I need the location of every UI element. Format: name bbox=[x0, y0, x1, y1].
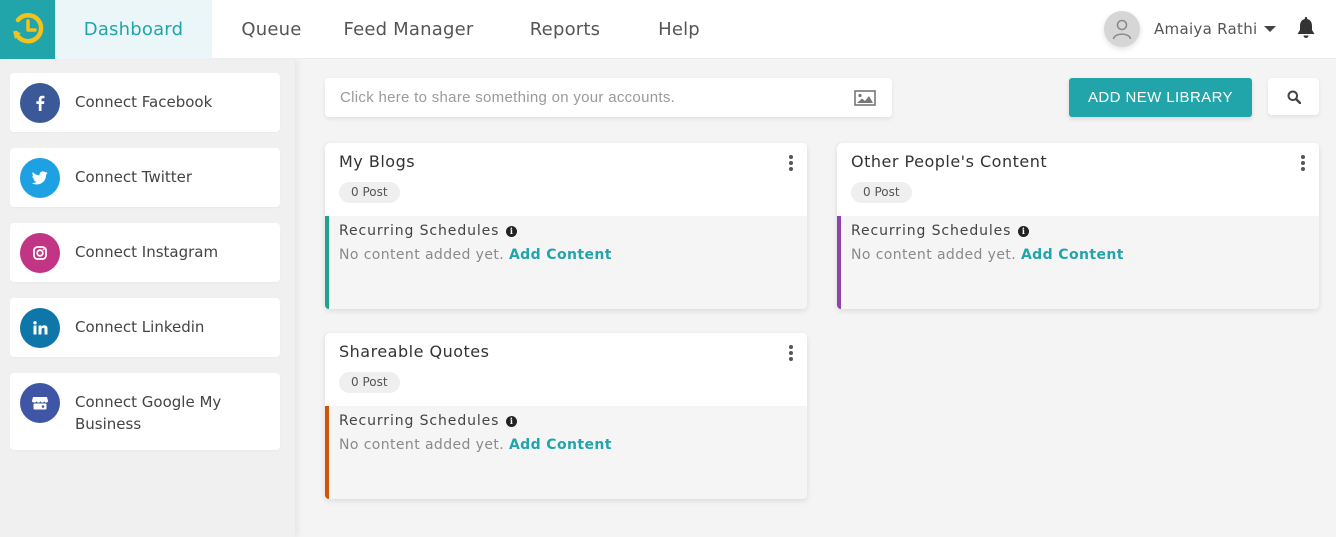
top-navigation-bar: Dashboard Queue Feed Manager Reports Hel… bbox=[0, 0, 1336, 59]
info-icon[interactable]: i bbox=[506, 225, 518, 237]
nav-reports[interactable]: Reports bbox=[486, 0, 644, 59]
library-title[interactable]: Shareable Quotes bbox=[339, 342, 489, 361]
library-title[interactable]: Other People's Content bbox=[851, 152, 1047, 171]
share-composer[interactable] bbox=[325, 78, 892, 117]
nav-queue[interactable]: Queue bbox=[212, 0, 331, 59]
storefront-icon bbox=[20, 383, 60, 423]
empty-state: No content added yet. Add Content bbox=[851, 247, 1124, 263]
more-options-icon[interactable] bbox=[789, 155, 793, 171]
recurring-schedules-label: Recurring Schedules i bbox=[851, 223, 1030, 239]
image-icon[interactable] bbox=[854, 90, 876, 110]
connect-instagram-button[interactable]: Connect Instagram bbox=[10, 223, 280, 282]
user-icon bbox=[1112, 19, 1132, 40]
recurring-schedules-text: Recurring Schedules bbox=[339, 413, 500, 429]
search-button[interactable] bbox=[1268, 78, 1319, 115]
user-name: Amaiya Rathi bbox=[1154, 20, 1258, 38]
recurring-schedules-label: Recurring Schedules i bbox=[339, 413, 518, 429]
caret-down-icon bbox=[1263, 26, 1276, 32]
connect-google-my-business-button[interactable]: Connect Google My Business bbox=[10, 373, 280, 450]
library-card-other-peoples-content: Other People's Content 0 Post Recurring … bbox=[837, 143, 1319, 309]
recurring-schedules-text: Recurring Schedules bbox=[339, 223, 500, 239]
facebook-icon bbox=[20, 83, 60, 123]
empty-text: No content added yet. bbox=[339, 437, 509, 453]
more-options-icon[interactable] bbox=[1301, 155, 1305, 171]
nav-feed-manager[interactable]: Feed Manager bbox=[331, 0, 486, 59]
bell-icon bbox=[1297, 17, 1315, 38]
add-new-library-button[interactable]: ADD NEW LIBRARY bbox=[1069, 78, 1252, 117]
linkedin-icon bbox=[20, 308, 60, 348]
avatar bbox=[1104, 11, 1140, 47]
clock-refresh-icon bbox=[12, 12, 43, 44]
instagram-icon bbox=[20, 233, 60, 273]
recurring-schedules-label: Recurring Schedules i bbox=[339, 223, 518, 239]
app-logo[interactable] bbox=[0, 0, 55, 59]
post-count-badge: 0 Post bbox=[339, 372, 400, 393]
notifications-button[interactable] bbox=[1296, 17, 1316, 43]
nav-help[interactable]: Help bbox=[644, 0, 714, 59]
connect-linkedin-label: Connect Linkedin bbox=[75, 318, 205, 336]
sidebar: Connect Facebook Connect Twitter Connect… bbox=[0, 60, 295, 537]
empty-state: No content added yet. Add Content bbox=[339, 247, 612, 263]
recurring-schedules-text: Recurring Schedules bbox=[851, 223, 1012, 239]
library-card-shareable-quotes: Shareable Quotes 0 Post Recurring Schedu… bbox=[325, 333, 807, 499]
add-content-link[interactable]: Add Content bbox=[509, 247, 612, 263]
connect-instagram-label: Connect Instagram bbox=[75, 243, 219, 261]
empty-text: No content added yet. bbox=[851, 247, 1021, 263]
share-input[interactable] bbox=[340, 89, 840, 106]
connect-facebook-label: Connect Facebook bbox=[75, 93, 213, 111]
connect-twitter-label: Connect Twitter bbox=[75, 168, 193, 186]
empty-state: No content added yet. Add Content bbox=[339, 437, 612, 453]
user-menu[interactable]: Amaiya Rathi bbox=[1104, 11, 1276, 47]
connect-google-my-business-label: Connect Google My Business bbox=[75, 393, 222, 433]
main-nav: Dashboard Queue Feed Manager Reports Hel… bbox=[55, 0, 714, 59]
more-options-icon[interactable] bbox=[789, 345, 793, 361]
add-content-link[interactable]: Add Content bbox=[1021, 247, 1124, 263]
empty-text: No content added yet. bbox=[339, 247, 509, 263]
connect-facebook-button[interactable]: Connect Facebook bbox=[10, 73, 280, 132]
card-header: Shareable Quotes 0 Post bbox=[325, 333, 807, 406]
post-count-badge: 0 Post bbox=[851, 182, 912, 203]
library-card-my-blogs: My Blogs 0 Post Recurring Schedules i No… bbox=[325, 143, 807, 309]
card-header: Other People's Content 0 Post bbox=[837, 143, 1319, 216]
twitter-icon bbox=[20, 158, 60, 198]
library-title[interactable]: My Blogs bbox=[339, 152, 415, 171]
info-icon[interactable]: i bbox=[1018, 225, 1030, 237]
nav-dashboard[interactable]: Dashboard bbox=[55, 0, 212, 59]
connect-linkedin-button[interactable]: Connect Linkedin bbox=[10, 298, 280, 357]
search-icon bbox=[1287, 90, 1301, 104]
info-icon[interactable]: i bbox=[506, 415, 518, 427]
card-header: My Blogs 0 Post bbox=[325, 143, 807, 216]
add-content-link[interactable]: Add Content bbox=[509, 437, 612, 453]
connect-twitter-button[interactable]: Connect Twitter bbox=[10, 148, 280, 207]
post-count-badge: 0 Post bbox=[339, 182, 400, 203]
